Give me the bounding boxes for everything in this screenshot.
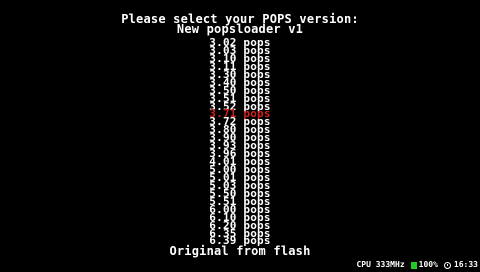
- battery-indicator: 100%: [410, 260, 438, 270]
- system-status-bar: CPU 333MHz 100% 16:33: [356, 260, 478, 270]
- clock-time: 16:33: [453, 260, 478, 269]
- battery-icon: [410, 261, 417, 269]
- cpu-clock-readout: CPU 333MHz: [356, 260, 405, 269]
- popsloader-screen: Please select your POPS version: New pop…: [0, 0, 480, 272]
- page-subtitle: New popsloader v1: [176, 22, 304, 36]
- clock-icon: [443, 261, 451, 269]
- menu-item-original-from-flash[interactable]: Original from flash: [0, 245, 480, 257]
- pops-version-menu: 3.02 pops 3.03 pops 3.10 pops 3.11 pops …: [0, 37, 480, 246]
- battery-percentage: 100%: [418, 260, 438, 269]
- clock-indicator: 16:33: [443, 260, 478, 270]
